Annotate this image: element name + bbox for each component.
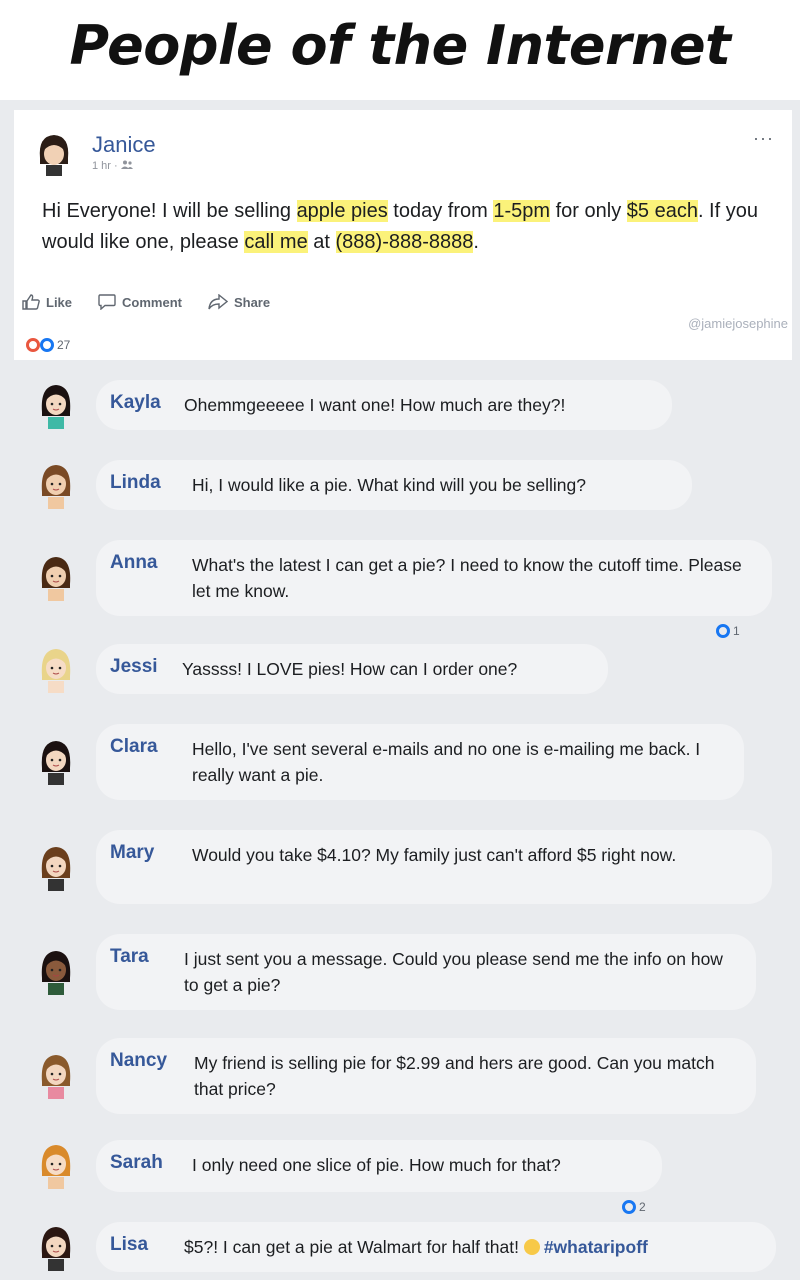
watermark: @jamiejosephine: [688, 316, 788, 331]
banner: People of the Internet: [0, 0, 800, 100]
post-author-name[interactable]: Janice: [92, 132, 156, 158]
comment-bubble: Mary Would you take $4.10? My family just…: [96, 830, 772, 904]
commenter-avatar-icon[interactable]: [34, 646, 78, 694]
commenter-name[interactable]: Mary: [110, 842, 154, 864]
comment-bubble: Tara I just sent you a message. Could you…: [96, 934, 756, 1010]
laughing-emoji-icon: [523, 1239, 540, 1255]
highlighted-text: call me: [244, 231, 308, 253]
comment-text: Ohemmgeeeee I want one! How much are the…: [184, 392, 654, 418]
commenter-avatar-icon[interactable]: [34, 554, 78, 602]
feed: Janice 1 hr · ··· Hi Everyone! I will be…: [0, 100, 800, 1280]
reaction-count: 27: [57, 338, 71, 352]
commenter-name[interactable]: Clara: [110, 736, 158, 758]
commenter-avatar-icon[interactable]: [34, 462, 78, 510]
commenter-avatar-icon[interactable]: [34, 844, 78, 892]
commenter-avatar-icon[interactable]: [34, 1052, 78, 1100]
comment-text: I only need one slice of pie. How much f…: [192, 1152, 644, 1178]
post-actions: Like Comment Share: [22, 290, 270, 314]
highlighted-text: 1-5pm: [493, 200, 551, 222]
reaction-icon: [40, 338, 54, 352]
comment-text: Hi, I would like a pie. What kind will y…: [192, 472, 674, 498]
reaction-icon: [26, 338, 40, 352]
post-body: Hi Everyone! I will be selling apple pie…: [42, 196, 772, 258]
comment-text-content: I only need one slice of pie. How much f…: [192, 1155, 561, 1175]
share-icon: [208, 294, 228, 310]
commenter-name[interactable]: Nancy: [110, 1050, 167, 1072]
like-label: Like: [46, 294, 73, 310]
hashtag-link[interactable]: #whataripoff: [544, 1237, 648, 1257]
comment-bubble: Sarah I only need one slice of pie. How m…: [96, 1140, 662, 1192]
comment-reactions[interactable]: 2: [622, 1200, 646, 1214]
share-button[interactable]: Share: [208, 294, 270, 310]
post-author-avatar-icon[interactable]: [34, 132, 74, 176]
reaction-count: 1: [733, 624, 740, 638]
comment-text: $5?! I can get a pie at Walmart for half…: [184, 1234, 758, 1260]
commenter-avatar-icon[interactable]: [34, 948, 78, 996]
commenter-name[interactable]: Sarah: [110, 1152, 163, 1174]
like-icon: [22, 294, 40, 310]
post-text: Hi Everyone! I will be selling: [42, 200, 297, 222]
comment-text-content: Hi, I would like a pie. What kind will y…: [192, 475, 586, 495]
reaction-icon: [622, 1200, 636, 1214]
highlighted-text: $5 each: [626, 200, 698, 222]
comment-text-content: My friend is selling pie for $2.99 and h…: [194, 1053, 715, 1099]
comment-text: I just sent you a message. Could you ple…: [184, 946, 738, 998]
commenter-name[interactable]: Linda: [110, 472, 161, 494]
comment-text: Yassss! I LOVE pies! How can I order one…: [182, 656, 590, 682]
friends-audience-icon: [120, 160, 133, 169]
post-card: Janice 1 hr · ··· Hi Everyone! I will be…: [14, 110, 792, 360]
reaction-icon: [716, 624, 730, 638]
commenter-name[interactable]: Kayla: [110, 392, 161, 414]
post-time: 1 hr ·: [92, 160, 121, 172]
comment-bubble: Linda Hi, I would like a pie. What kind w…: [96, 460, 692, 510]
comment-bubble: Lisa $5?! I can get a pie at Walmart for …: [96, 1222, 776, 1272]
comment-text-content: Yassss! I LOVE pies! How can I order one…: [182, 659, 518, 679]
commenter-name[interactable]: Anna: [110, 552, 158, 574]
post-reactions[interactable]: 27: [26, 338, 70, 352]
banner-title: People of the Internet: [69, 14, 732, 77]
commenter-avatar-icon[interactable]: [34, 738, 78, 786]
commenter-avatar-icon[interactable]: [34, 1224, 78, 1272]
comment-text-content: I just sent you a message. Could you ple…: [184, 949, 723, 995]
post-text: at: [307, 231, 336, 253]
comment-text-content: Would you take $4.10? My family just can…: [192, 845, 677, 865]
post-text: .: [473, 231, 479, 253]
comment-text-content: $5?! I can get a pie at Walmart for half…: [184, 1237, 524, 1257]
commenter-name[interactable]: Lisa: [110, 1234, 148, 1256]
commenter-name[interactable]: Jessi: [110, 656, 158, 678]
comment-label: Comment: [122, 294, 182, 310]
highlighted-text: (888)-888-8888: [335, 231, 474, 253]
comment-bubble: Kayla Ohemmgeeeee I want one! How much ar…: [96, 380, 672, 430]
post-timestamp: 1 hr ·: [92, 160, 133, 172]
post-text: today from: [387, 200, 494, 222]
highlighted-text: apple pies: [296, 200, 388, 222]
comment-bubble: Clara Hello, I've sent several e-mails an…: [96, 724, 744, 800]
like-button[interactable]: Like: [22, 294, 72, 310]
comment-text: Would you take $4.10? My family just can…: [192, 842, 754, 868]
comment-icon: [98, 294, 116, 310]
comment-text-content: Hello, I've sent several e-mails and no …: [192, 739, 701, 785]
comment-button[interactable]: Comment: [98, 294, 182, 310]
more-options-icon[interactable]: ···: [753, 128, 774, 149]
comment-text: What's the latest I can get a pie? I nee…: [192, 552, 754, 604]
comment-text: My friend is selling pie for $2.99 and h…: [194, 1050, 738, 1102]
share-label: Share: [233, 294, 271, 310]
commenter-name[interactable]: Tara: [110, 946, 149, 968]
comment-text: Hello, I've sent several e-mails and no …: [192, 736, 726, 788]
comment-bubble: Anna What's the latest I can get a pie? I…: [96, 540, 772, 616]
reaction-count: 2: [639, 1200, 646, 1214]
post-text: for only: [550, 200, 627, 222]
commenter-avatar-icon[interactable]: [34, 1142, 78, 1190]
comment-reactions[interactable]: 1: [716, 624, 740, 638]
comment-text-content: What's the latest I can get a pie? I nee…: [192, 555, 742, 601]
commenter-avatar-icon[interactable]: [34, 382, 78, 430]
comment-bubble: Nancy My friend is selling pie for $2.99 …: [96, 1038, 756, 1114]
comment-text-content: Ohemmgeeeee I want one! How much are the…: [184, 395, 566, 415]
comment-bubble: Jessi Yassss! I LOVE pies! How can I orde…: [96, 644, 608, 694]
